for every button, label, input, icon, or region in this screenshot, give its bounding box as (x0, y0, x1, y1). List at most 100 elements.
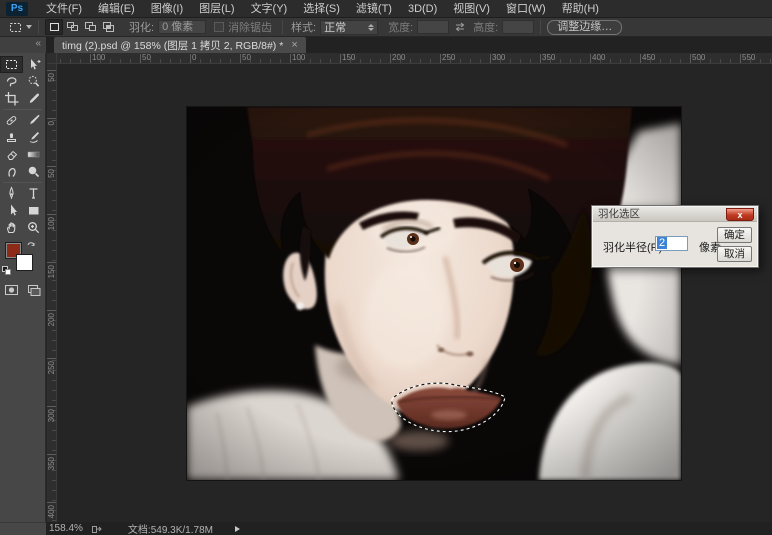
status-bar-corner (0, 522, 46, 535)
move-tool-icon (26, 57, 41, 72)
tool-gradient[interactable] (23, 146, 46, 163)
tool-lasso[interactable] (0, 73, 23, 90)
ruler-tick: 50 (47, 70, 56, 71)
spot-healing-brush-icon (4, 113, 19, 128)
zoom-icon (26, 220, 41, 235)
ruler-tick: 550 (740, 54, 741, 63)
dialog-close-button[interactable]: x (726, 208, 754, 221)
chevron-down-icon (26, 25, 32, 29)
width-input[interactable] (417, 20, 449, 34)
ruler-tick: 250 (47, 358, 56, 359)
tool-crop[interactable] (0, 90, 23, 107)
feather-input[interactable]: 0 像素 (158, 20, 206, 34)
tool-spot-healing-brush[interactable] (0, 112, 23, 129)
ruler-tick: 0 (47, 118, 56, 119)
feather-radius-input[interactable]: 2 (655, 236, 688, 251)
tool-type[interactable] (23, 185, 46, 202)
document-size-info[interactable]: 文档:549.3K/1.78M (128, 521, 213, 535)
antialias-label: 消除锯齿 (228, 19, 272, 35)
horizontal-ruler[interactable]: 10050050100150200250300350400450500550 (57, 53, 772, 64)
eraser-icon (4, 147, 19, 162)
tool-quick-selection[interactable] (23, 73, 46, 90)
tool-eyedropper[interactable] (23, 90, 46, 107)
menu-item[interactable]: 滤镜(T) (348, 0, 400, 18)
menu-item[interactable]: 选择(S) (295, 0, 348, 18)
pen-icon (4, 186, 19, 201)
tools-panel (0, 53, 46, 522)
menu-item[interactable]: 视图(V) (445, 0, 498, 18)
new-selection-mode-button[interactable] (45, 19, 63, 35)
style-dropdown[interactable]: 正常 (320, 20, 378, 35)
ruler-tick: 300 (47, 406, 56, 407)
ruler-origin-corner[interactable] (47, 53, 57, 64)
ruler-tick: 500 (690, 54, 691, 63)
subtract-selection-icon (84, 21, 97, 33)
clone-stamp-icon (4, 130, 19, 145)
collapse-tool-panel-chevron[interactable]: « (0, 37, 46, 53)
document-tab[interactable]: timg (2).psd @ 158% (图层 1 拷贝 2, RGB/8#) … (54, 37, 306, 53)
ruler-tick: 250 (440, 54, 441, 63)
ruler-tick: 0 (190, 54, 191, 63)
menu-items: 文件(F)编辑(E)图像(I)图层(L)文字(Y)选择(S)滤镜(T)3D(D)… (38, 0, 607, 18)
screen-mode-icon[interactable] (26, 284, 41, 296)
close-tab-icon[interactable]: × (291, 40, 297, 50)
cancel-button[interactable]: 取消 (717, 246, 752, 262)
separator (3, 109, 42, 110)
document-canvas[interactable] (187, 107, 681, 480)
selected-text: 2 (657, 237, 667, 249)
intersect-selection-mode-button[interactable] (99, 19, 117, 35)
tool-zoom[interactable] (23, 219, 46, 236)
menu-item[interactable]: 图像(I) (143, 0, 191, 18)
menu-item[interactable]: 窗口(W) (498, 0, 554, 18)
ruler-tick: 100 (47, 214, 56, 215)
tool-brush[interactable] (23, 112, 46, 129)
tool-move[interactable] (23, 56, 46, 73)
status-bar: 158.4% 文档:549.3K/1.78M (0, 522, 772, 535)
add-to-selection-mode-button[interactable] (63, 19, 81, 35)
menu-item[interactable]: 文件(F) (38, 0, 90, 18)
tool-preset-picker[interactable] (8, 20, 32, 35)
background-color-swatch[interactable] (16, 254, 33, 271)
quick-mask-mode-icon[interactable] (4, 284, 19, 296)
zoom-level-field[interactable]: 158.4% (49, 523, 83, 534)
menu-item[interactable]: 图层(L) (191, 0, 242, 18)
tool-clone-stamp[interactable] (0, 129, 23, 146)
hand-icon (4, 220, 19, 235)
tool-rectangular-marquee[interactable] (0, 56, 23, 73)
menu-item[interactable]: 帮助(H) (554, 0, 607, 18)
eyedropper-icon (26, 91, 41, 106)
ruler-tick: 450 (640, 54, 641, 63)
default-colors-icon[interactable] (2, 266, 12, 276)
separator (282, 20, 283, 34)
vertical-ruler[interactable]: 50050100150200250300350400 (47, 64, 57, 522)
height-input[interactable] (502, 20, 534, 34)
swap-colors-icon[interactable] (27, 240, 37, 250)
tool-path-selection[interactable] (0, 202, 23, 219)
ok-button[interactable]: 确定 (717, 227, 752, 243)
tool-pen[interactable] (0, 185, 23, 202)
style-value: 正常 (324, 19, 346, 35)
swap-dimensions-icon[interactable] (453, 21, 467, 33)
menu-item[interactable]: 编辑(E) (90, 0, 143, 18)
menu-item[interactable]: 3D(D) (400, 0, 445, 18)
export-clipboard-icon (91, 524, 102, 534)
portrait-photo (187, 107, 681, 480)
add-selection-icon (66, 21, 79, 33)
tool-dodge[interactable] (23, 163, 46, 180)
tool-eraser[interactable] (0, 146, 23, 163)
smudge-icon (4, 164, 19, 179)
separator (38, 20, 39, 34)
tool-hand[interactable] (0, 219, 23, 236)
menu-item[interactable]: 文字(Y) (243, 0, 296, 18)
path-selection-icon (4, 203, 19, 218)
refine-edge-button[interactable]: 调整边缘… (547, 20, 622, 35)
tool-shape[interactable] (23, 202, 46, 219)
tool-smudge[interactable] (0, 163, 23, 180)
ruler-tick: 150 (340, 54, 341, 63)
antialias-checkbox[interactable] (214, 22, 224, 32)
new-selection-icon (48, 21, 61, 33)
rectangle-shape-icon (26, 203, 41, 218)
subtract-from-selection-mode-button[interactable] (81, 19, 99, 35)
status-menu-arrow-icon[interactable] (235, 526, 240, 532)
tool-history-brush[interactable] (23, 129, 46, 146)
